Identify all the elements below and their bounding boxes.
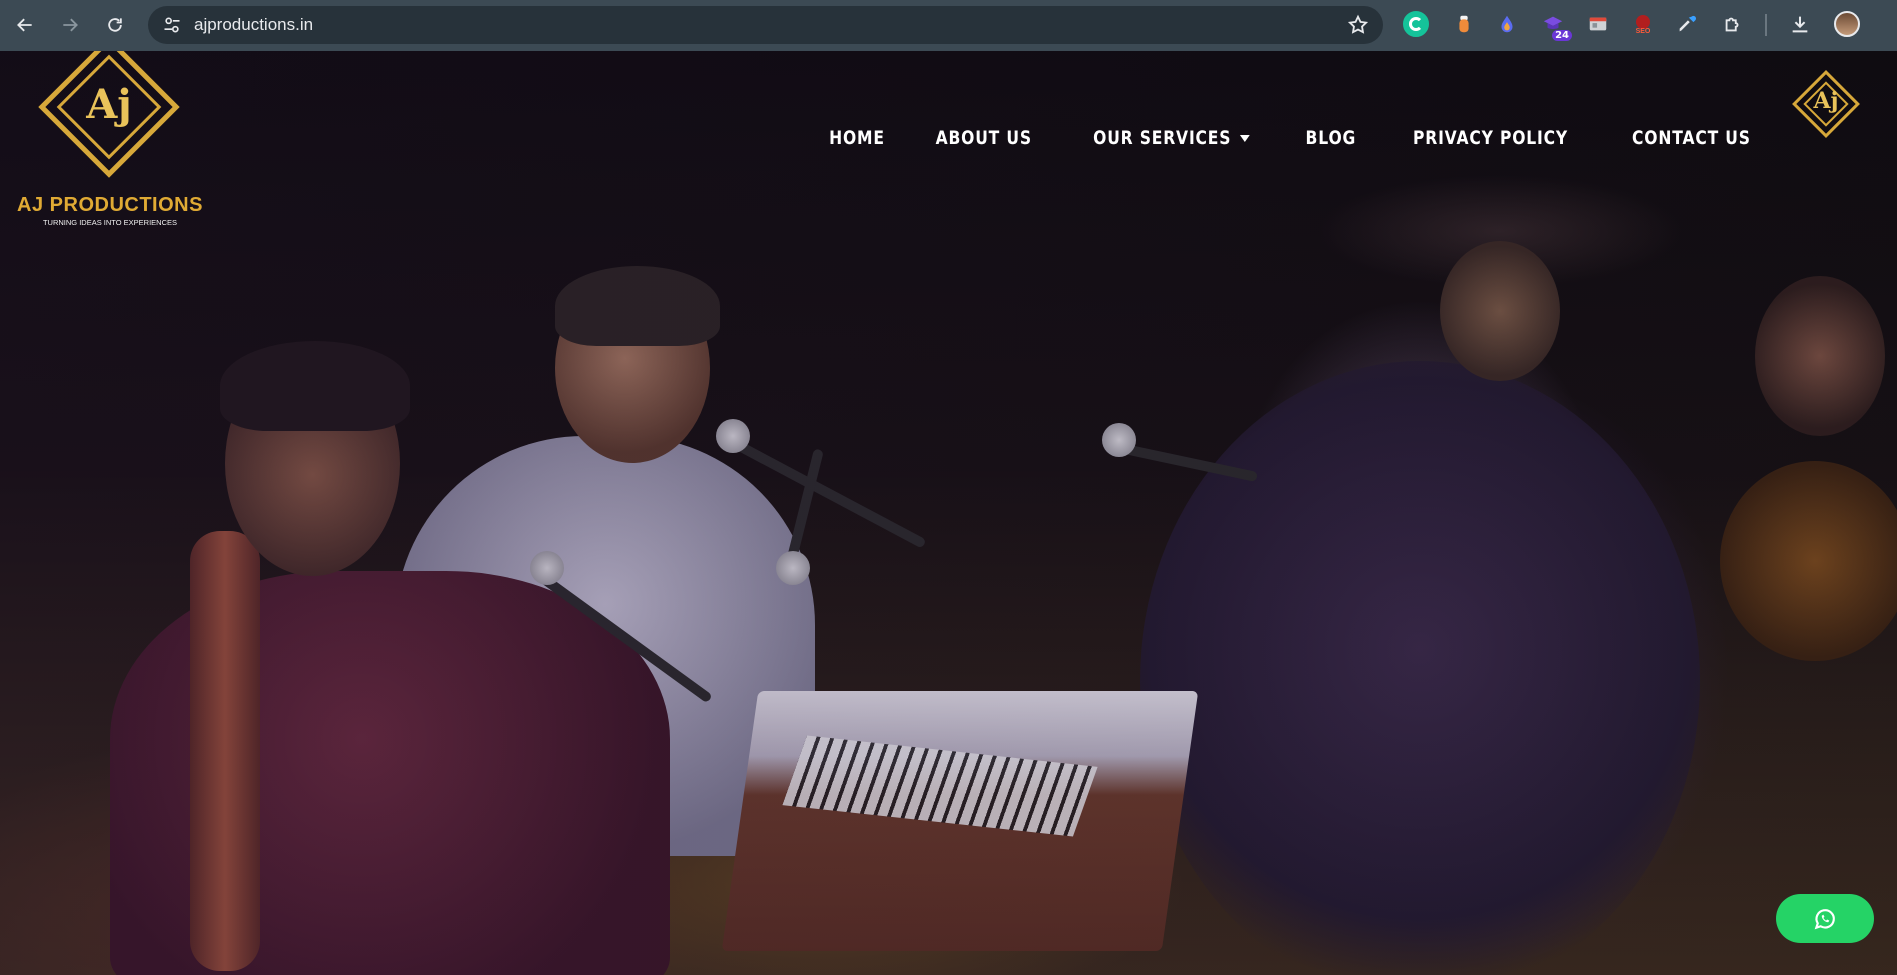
bottle-extension-icon[interactable]: [1451, 11, 1477, 37]
header-logo-small[interactable]: Aj: [1790, 68, 1860, 138]
logo-monogram: Aj: [86, 81, 132, 128]
download-icon[interactable]: [1787, 11, 1813, 37]
window-extension-icon[interactable]: [1585, 11, 1611, 37]
whatsapp-button[interactable]: [1776, 894, 1874, 943]
nav-contact-us[interactable]: CONTACT US: [1632, 127, 1751, 149]
browser-toolbar: ajproductions.in 24 SEO: [0, 0, 1897, 51]
forward-arrow-icon[interactable]: [55, 10, 85, 40]
nav-home[interactable]: HOME: [829, 127, 885, 149]
graduation-cap-extension-icon[interactable]: 24: [1540, 11, 1572, 41]
nav-privacy-policy[interactable]: PRIVACY POLICY: [1413, 127, 1568, 149]
logo-small-monogram: Aj: [1813, 88, 1839, 114]
webpage: Aj AJ PRODUCTIONS TURNING IDEAS INTO EXP…: [0, 51, 1897, 975]
chevron-down-icon: [1239, 134, 1250, 142]
toolbar-divider: [1765, 14, 1767, 36]
site-logo[interactable]: Aj AJ PRODUCTIONS TURNING IDEAS INTO EXP…: [14, 51, 206, 229]
site-settings-icon[interactable]: [162, 15, 182, 35]
extensions-puzzle-icon[interactable]: [1720, 11, 1746, 37]
svg-text:SEO: SEO: [1636, 28, 1651, 35]
nav-blog[interactable]: BLOG: [1306, 127, 1357, 149]
nav-about-us[interactable]: ABOUT US: [935, 127, 1031, 149]
hero-background-video: [0, 51, 1897, 975]
logo-tagline: TURNING IDEAS INTO EXPERIENCES: [42, 218, 178, 227]
hero-overlay: [0, 51, 1897, 975]
nav-our-services[interactable]: OUR SERVICES: [1093, 127, 1250, 149]
extension-badge: 24: [1552, 30, 1572, 41]
bookmark-star-icon[interactable]: [1347, 14, 1369, 36]
whatsapp-icon: [1814, 908, 1835, 929]
grammarly-icon[interactable]: [1403, 11, 1429, 37]
logo-name: AJ PRODUCTIONS: [17, 194, 203, 216]
main-nav: HOME ABOUT US OUR SERVICES BLOG PRIVACY …: [823, 127, 1764, 149]
address-bar[interactable]: ajproductions.in: [148, 6, 1383, 44]
nav-our-services-label: OUR SERVICES: [1093, 127, 1232, 149]
drop-extension-icon[interactable]: [1494, 11, 1520, 37]
reload-icon[interactable]: [100, 10, 130, 40]
address-url[interactable]: ajproductions.in: [194, 15, 313, 35]
back-arrow-icon[interactable]: [10, 10, 40, 40]
seo-extension-icon[interactable]: SEO: [1630, 11, 1656, 37]
profile-avatar[interactable]: [1834, 11, 1860, 37]
eyedropper-icon[interactable]: [1674, 11, 1700, 37]
